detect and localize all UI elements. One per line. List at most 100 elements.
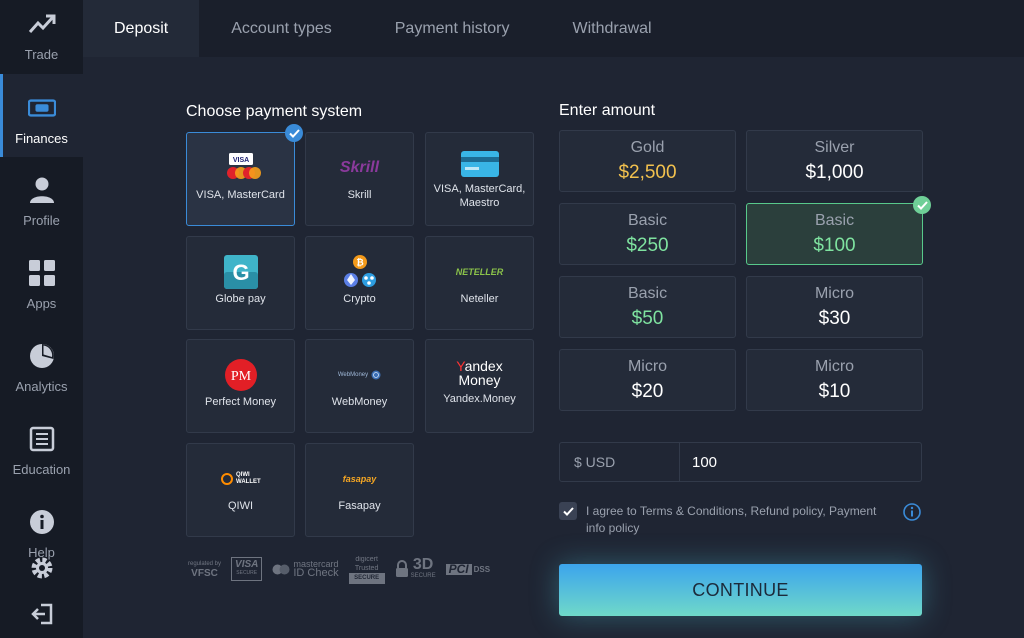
settings-button[interactable] xyxy=(0,555,83,586)
sidebar: Trade Finances Profile Apps Analytics Ed… xyxy=(0,0,83,638)
payment-method-label: VISA, MasterCard, Maestro xyxy=(433,183,526,209)
pie-chart-icon xyxy=(28,342,56,370)
tab-payment-history[interactable]: Payment history xyxy=(364,0,541,57)
info-icon[interactable] xyxy=(903,503,921,526)
payment-method-globe-pay[interactable]: G Globe pay xyxy=(186,236,295,330)
visa-badge-text: VISA xyxy=(235,559,259,570)
amount-value: $2,500 xyxy=(618,161,677,183)
amount-value: $30 xyxy=(818,307,851,329)
3d-secure-badge-subtext: SECURE xyxy=(410,573,436,579)
trend-up-icon xyxy=(28,10,56,38)
pci-badge-text: PCI xyxy=(445,563,472,575)
fasapay-logo: fasapay xyxy=(342,474,377,484)
grid-icon xyxy=(28,259,56,287)
payment-method-label: VISA, MasterCard xyxy=(196,189,285,201)
amount-option-micro-10[interactable]: Micro $10 xyxy=(746,349,923,411)
sidebar-item-trade[interactable]: Trade xyxy=(0,0,83,83)
pci-dss-badge: PCI DSS xyxy=(445,563,490,575)
amount-tier: Gold xyxy=(630,138,665,156)
amount-value: $1,000 xyxy=(805,161,864,183)
amount-option-micro-20[interactable]: Micro $20 xyxy=(559,349,736,411)
tab-account-types[interactable]: Account types xyxy=(199,0,364,57)
amount-option-basic-100[interactable]: Basic $100 xyxy=(746,203,923,265)
amount-value: $250 xyxy=(626,234,669,256)
person-icon xyxy=(28,176,56,204)
amount-option-gold-2500[interactable]: Gold $2,500 xyxy=(559,130,736,192)
sidebar-item-profile[interactable]: Profile xyxy=(0,166,83,249)
webmoney-logo: WebMoney xyxy=(338,355,381,395)
visa-logo-text: VISA xyxy=(232,157,248,164)
payment-method-crypto[interactable]: ₿ Crypto xyxy=(305,236,414,330)
sidebar-item-education[interactable]: Education xyxy=(0,415,83,498)
mastercard-id-check-badge: mastercard ID Check xyxy=(272,560,339,579)
payment-method-fasapay[interactable]: fasapay Fasapay xyxy=(305,443,414,537)
amount-input[interactable] xyxy=(680,443,921,481)
agreement-text[interactable]: I agree to Terms & Conditions, Refund po… xyxy=(586,503,886,537)
agree-checkbox[interactable] xyxy=(559,502,577,520)
neteller-logo: NETELLER xyxy=(455,267,504,277)
sidebar-item-analytics[interactable]: Analytics xyxy=(0,332,83,415)
globe-pay-logo-text: G xyxy=(232,260,249,285)
continue-button[interactable]: CONTINUE xyxy=(559,564,922,616)
amount-tier: Micro xyxy=(814,357,855,375)
tab-deposit[interactable]: Deposit xyxy=(83,0,200,57)
amount-option-basic-50[interactable]: Basic $50 xyxy=(559,276,736,338)
tab-bar: Deposit Account types Payment history Wi… xyxy=(83,0,1024,57)
payment-method-label: Neteller xyxy=(460,293,499,305)
payment-method-label: Skrill xyxy=(347,189,372,201)
payment-method-visa-mastercard-maestro[interactable]: VISA, MasterCard, Maestro xyxy=(425,132,534,226)
payment-method-webmoney[interactable]: WebMoney WebMoney xyxy=(305,339,414,433)
logout-button[interactable] xyxy=(0,603,83,630)
amount-option-basic-250[interactable]: Basic $250 xyxy=(559,203,736,265)
mastercard-circles-icon xyxy=(272,564,290,574)
visa-mastercard-logo: VISA xyxy=(219,148,263,188)
visa-secure-badge: VISA SECURE xyxy=(231,557,263,581)
amount-tier: Micro xyxy=(814,284,855,302)
payment-method-label: Crypto xyxy=(343,293,376,305)
digicert-badge-text: digicert Trusted xyxy=(354,555,379,572)
tab-withdrawal[interactable]: Withdrawal xyxy=(540,0,683,57)
sidebar-item-label: Profile xyxy=(23,213,60,228)
amount-option-micro-30[interactable]: Micro $30 xyxy=(746,276,923,338)
payment-method-qiwi[interactable]: QIWI WALLET QIWI xyxy=(186,443,295,537)
amount-tier: Basic xyxy=(627,284,668,302)
payment-method-perfect-money[interactable]: PM Perfect Money xyxy=(186,339,295,433)
sidebar-item-apps[interactable]: Apps xyxy=(0,249,83,332)
digicert-badge: digicert Trusted SECURE xyxy=(348,555,385,584)
sidebar-item-finances[interactable]: Finances xyxy=(0,74,83,157)
selected-check-icon xyxy=(913,196,931,214)
sidebar-item-label: Apps xyxy=(26,296,57,311)
selected-check-icon xyxy=(285,124,303,142)
sidebar-item-label: Finances xyxy=(15,131,68,146)
amount-option-silver-1000[interactable]: Silver $1,000 xyxy=(746,130,923,192)
payment-method-yandex-money[interactable]: Yandex Money Yandex.Money xyxy=(425,339,534,433)
payment-method-skrill[interactable]: Skrill Skrill xyxy=(305,132,414,226)
amount-tier: Micro xyxy=(627,357,668,375)
payment-method-visa-mastercard[interactable]: VISA VISA, MasterCard xyxy=(186,132,295,226)
qiwi-circle-icon xyxy=(221,473,233,485)
payment-method-label: Yandex.Money xyxy=(443,393,516,405)
sidebar-item-label: Trade xyxy=(24,47,59,62)
amount-tier: Basic xyxy=(627,211,668,229)
book-icon xyxy=(28,425,56,453)
qiwi-logo: QIWI WALLET xyxy=(221,459,261,499)
payment-method-label: WebMoney xyxy=(331,396,388,408)
amount-value: $20 xyxy=(631,380,664,402)
currency-label: $ USD xyxy=(560,443,680,481)
amount-tier: Silver xyxy=(814,138,855,156)
mastercard-badge-subtext: ID Check xyxy=(293,567,339,579)
globe-pay-logo: G xyxy=(223,252,258,292)
yandex-money-logo: Yandex Money xyxy=(456,354,502,392)
security-badges: regulated by VFSC VISA SECURE mastercard… xyxy=(188,552,490,586)
payment-method-neteller[interactable]: NETELLER Neteller xyxy=(425,236,534,330)
yandex-logo-line2: Money xyxy=(458,372,501,388)
crypto-coins-icon: ₿ xyxy=(340,252,380,292)
logout-icon xyxy=(30,603,53,630)
vfsc-badge-text: VFSC xyxy=(191,568,218,579)
banknote-icon xyxy=(27,94,56,122)
visa-badge-subtext: SECURE xyxy=(236,570,258,576)
webmoney-globe-icon xyxy=(371,370,381,380)
sidebar-item-label: Analytics xyxy=(15,379,68,394)
checkmark-icon xyxy=(562,506,574,516)
sidebar-item-label: Education xyxy=(12,462,71,477)
